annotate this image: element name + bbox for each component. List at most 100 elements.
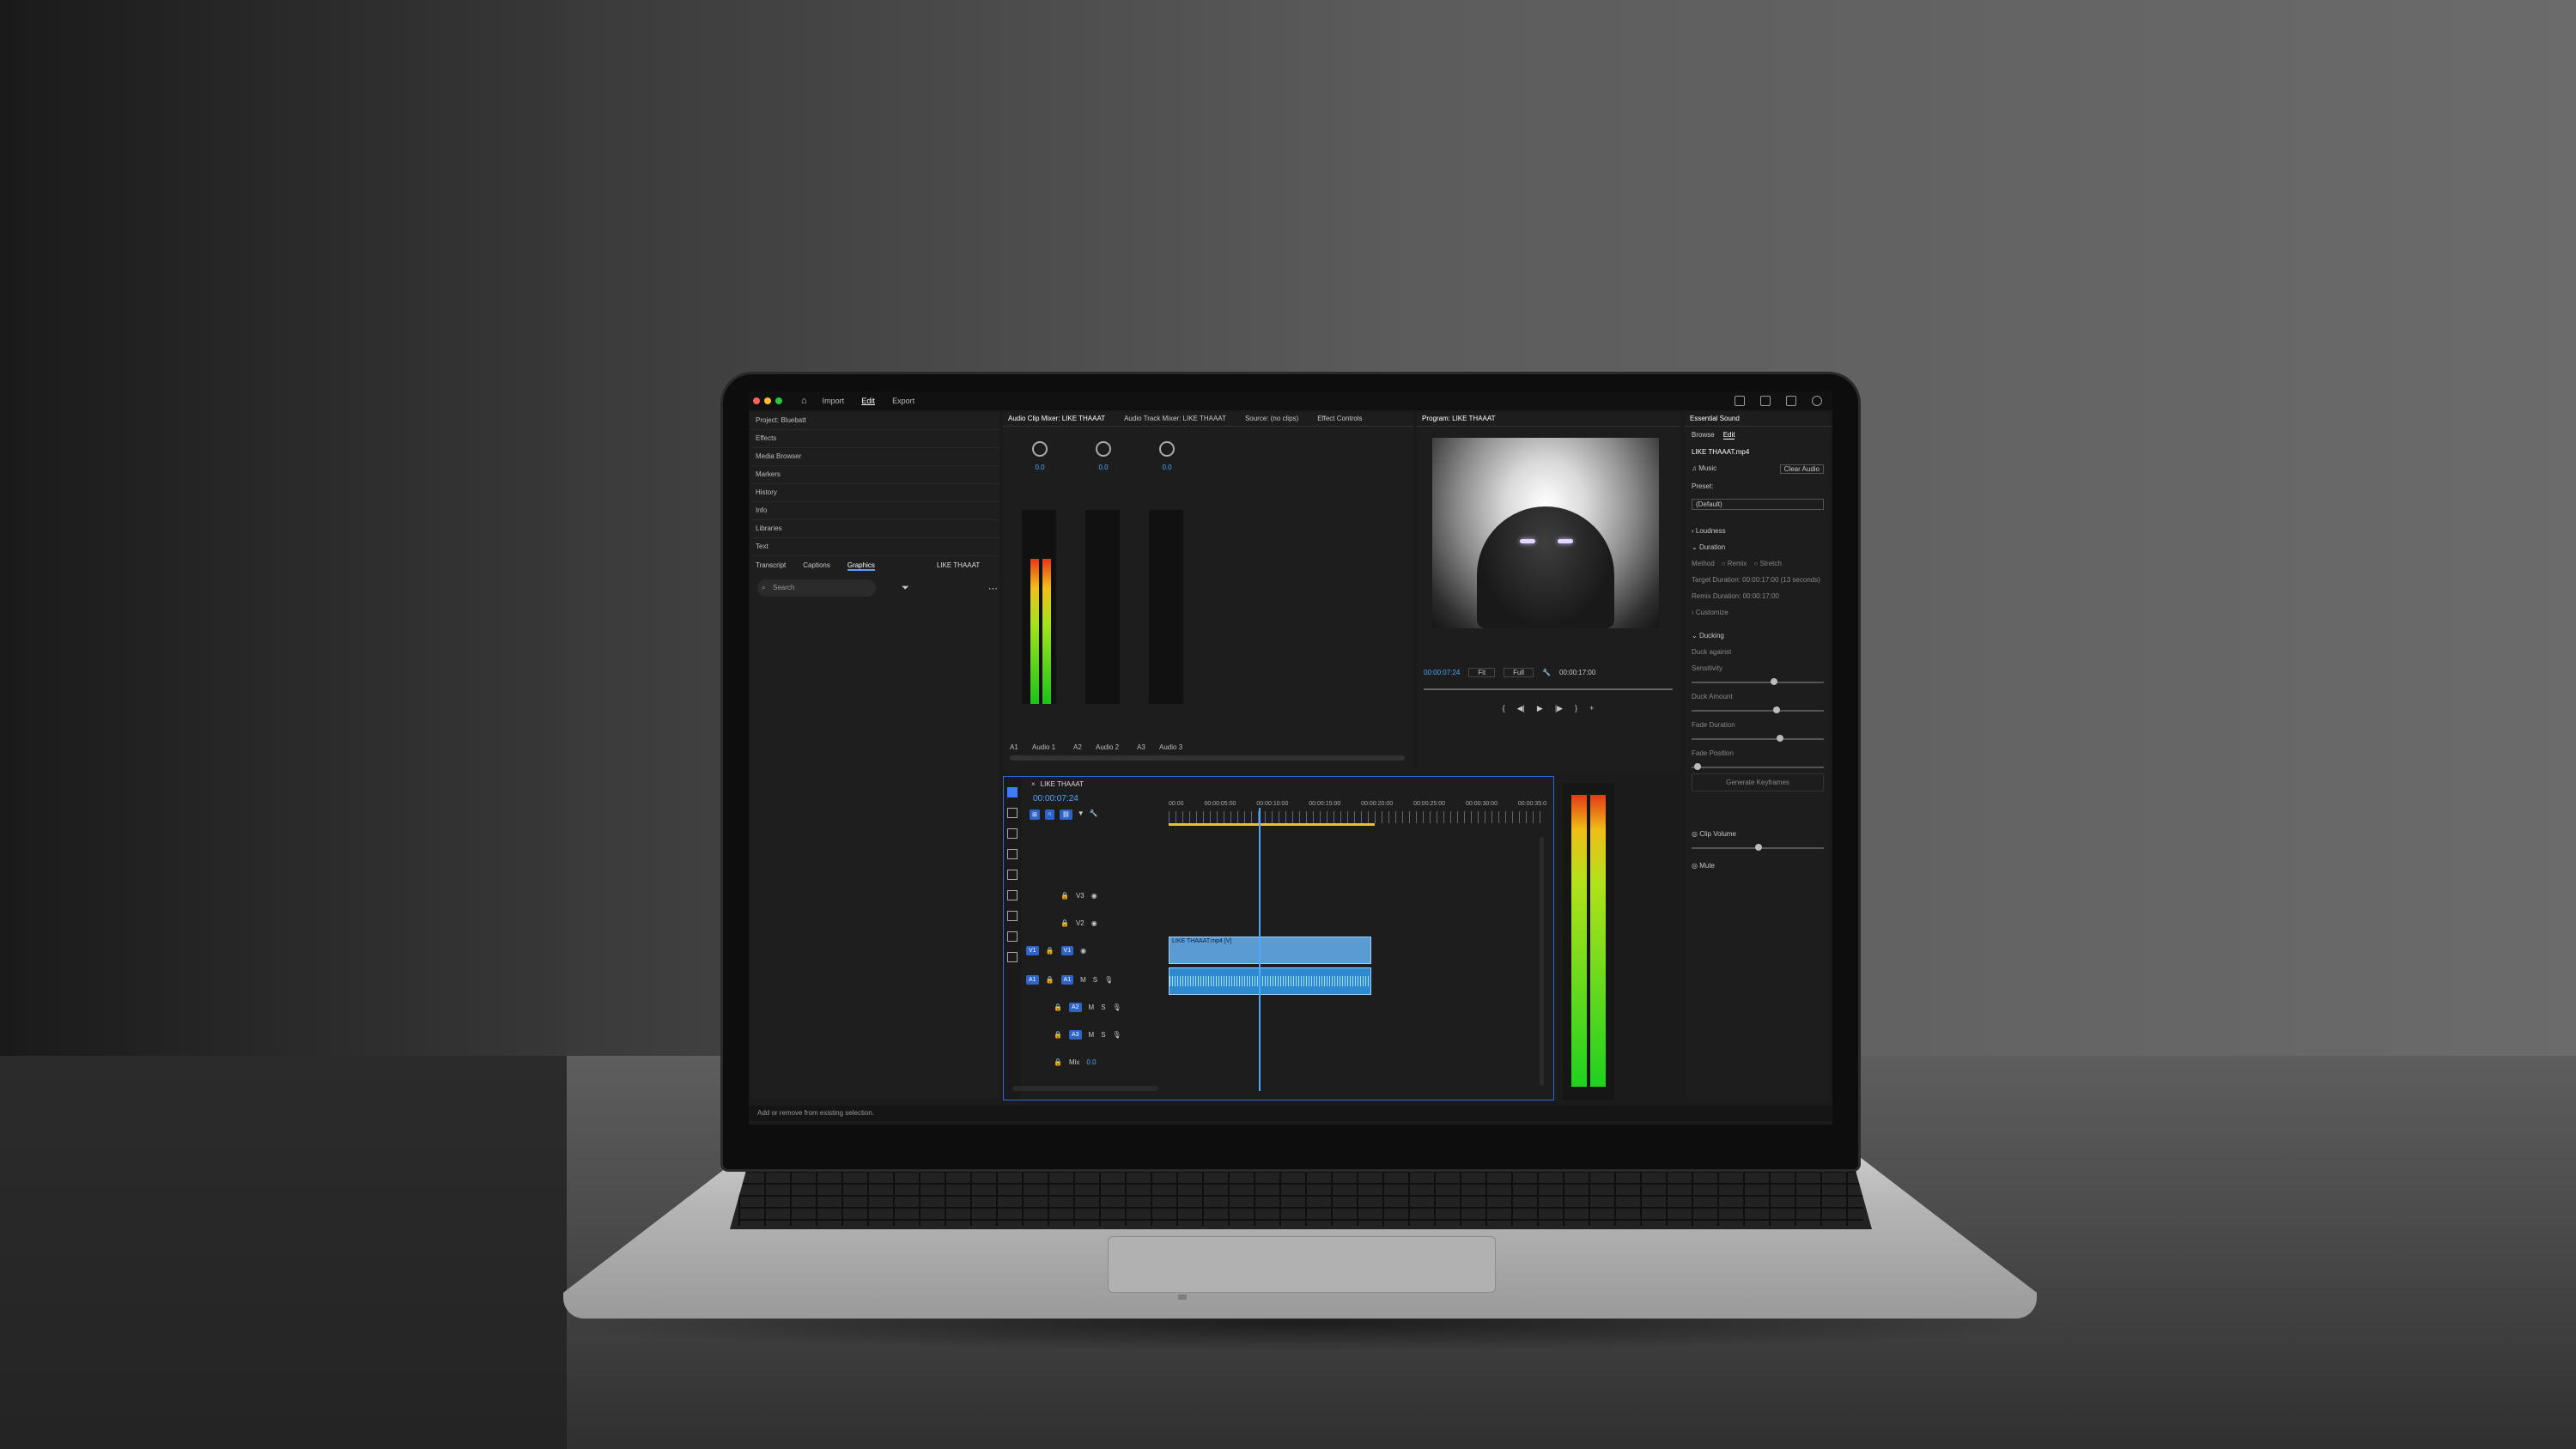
solo-icon[interactable]: S [1101,1003,1105,1011]
essential-sound-title[interactable]: Essential Sound [1690,412,1740,426]
track-label[interactable]: V1 [1060,945,1074,955]
track-select-tool-icon[interactable] [1007,808,1018,818]
tab-audio-track-mixer[interactable]: Audio Track Mixer: LIKE THAAAT [1124,412,1226,426]
pan-knob[interactable] [1159,441,1175,457]
razor-tool-icon[interactable] [1007,849,1018,859]
lock-icon[interactable]: 🔒 [1060,919,1069,927]
clip-volume-slider[interactable] [1692,844,1824,851]
filter-icon[interactable]: ⏷ [902,583,909,594]
audio-clip[interactable] [1169,967,1371,995]
panels-icon[interactable] [1786,396,1796,406]
step-back-icon[interactable]: ◀| [1517,704,1525,713]
solo-icon[interactable]: S [1093,976,1097,984]
tab-graphics[interactable]: Graphics [847,561,875,571]
clear-audio-button[interactable]: Clear Audio [1779,464,1824,474]
panel-item-media-browser[interactable]: Media Browser [750,448,999,466]
radio-remix[interactable]: ○ Remix [1722,560,1747,567]
panel-item-effects[interactable]: Effects [750,430,999,448]
linked-selection-icon[interactable]: ⛓ [1059,809,1072,820]
generate-keyframes-button[interactable]: Generate Keyframes [1692,773,1824,791]
quality-dropdown[interactable]: Full [1504,668,1534,677]
mix-value[interactable]: 0.0 [1086,1058,1096,1066]
program-video-frame[interactable] [1432,438,1659,628]
timeline-title[interactable]: LIKE THAAAT [1041,780,1084,788]
type-tool-icon[interactable] [1007,952,1018,962]
tab-edit[interactable]: Edit [1722,431,1735,440]
snap-icon[interactable]: ∩ [1044,809,1054,820]
selection-tool-icon[interactable] [1007,787,1018,797]
pan-knob[interactable] [1032,441,1048,457]
video-clip[interactable]: LIKE THAAAT.mp4 [V] [1169,937,1371,964]
microphone-icon[interactable]: 🎙 [1113,1031,1121,1039]
play-icon[interactable]: ▶ [1537,704,1543,713]
insert-nest-icon[interactable]: ⊞ [1030,809,1040,820]
mixer-scrollbar[interactable] [1010,755,1405,761]
program-timecode[interactable]: 00:00:07:24 [1424,669,1460,676]
slip-tool-icon[interactable] [1007,870,1018,880]
lock-icon[interactable]: 🔒 [1054,1058,1062,1066]
panel-item-text[interactable]: Text [750,538,999,556]
microphone-icon[interactable]: 🎙 [1104,976,1113,984]
tab-program[interactable]: Program: LIKE THAAAT [1422,412,1496,426]
section-loudness[interactable]: › Loudness [1685,523,1831,539]
menu-edit[interactable]: Edit [861,397,875,405]
lock-icon[interactable]: 🔒 [1054,1003,1062,1011]
close-window-button[interactable] [753,397,760,404]
tab-browse[interactable]: Browse [1692,431,1715,440]
lock-icon[interactable]: 🔒 [1046,976,1054,984]
track-label[interactable]: A1 [1060,974,1074,985]
tab-transcript[interactable]: Transcript [756,561,786,571]
panel-item-markers[interactable]: Markers [750,466,999,484]
clip-volume-checkbox[interactable]: ◎ Clip Volume [1685,826,1831,842]
panel-item-libraries[interactable]: Libraries [750,520,999,538]
add-button-icon[interactable]: + [1589,704,1594,713]
mark-in-icon[interactable]: { [1503,704,1505,713]
zoom-window-button[interactable] [775,397,782,404]
menu-import[interactable]: Import [823,397,845,405]
lock-icon[interactable]: 🔒 [1046,947,1054,955]
menu-export[interactable]: Export [892,397,914,405]
timeline-vertical-scrollbar[interactable] [1540,837,1544,1086]
section-ducking[interactable]: ⌄ Ducking [1685,627,1831,644]
tab-effect-controls[interactable]: Effect Controls [1317,412,1362,426]
wrench-icon[interactable]: 🔧 [1542,669,1551,676]
sensitivity-slider[interactable] [1692,678,1824,685]
radio-stretch[interactable]: ○ Stretch [1753,560,1781,567]
add-marker-icon[interactable]: ▼ [1078,809,1084,820]
work-area-bar[interactable] [1169,823,1375,826]
eye-icon[interactable]: ◉ [1091,919,1097,927]
timeline-close-icon[interactable]: × [1031,780,1036,788]
step-forward-icon[interactable]: |▶ [1555,704,1563,713]
fade-duration-slider[interactable] [1692,735,1824,742]
mute-icon[interactable]: M [1089,1031,1095,1039]
customize-toggle[interactable]: › Customize [1685,604,1831,621]
lock-icon[interactable]: 🔒 [1054,1031,1062,1039]
mute-checkbox[interactable]: ◎ Mute [1685,858,1831,874]
tab-captions[interactable]: Captions [803,561,830,571]
search-icon[interactable] [1812,396,1822,406]
eye-icon[interactable]: ◉ [1091,892,1097,900]
minimize-window-button[interactable] [764,397,771,404]
pan-knob[interactable] [1096,441,1111,457]
source-patch-v1[interactable]: V1 [1026,945,1039,955]
tab-source[interactable]: Source: (no clips) [1245,412,1298,426]
target-duration[interactable]: Target Duration: 00:00:17:00 [1692,576,1778,584]
timeline-zoom-scrollbar[interactable] [1012,1086,1158,1091]
mute-icon[interactable]: M [1080,976,1086,984]
eye-icon[interactable]: ◉ [1080,947,1086,955]
panel-item-info[interactable]: Info [750,502,999,520]
pen-tool-icon[interactable] [1007,890,1018,900]
source-patch-a1[interactable]: A1 [1026,974,1039,985]
track-label[interactable]: A3 [1068,1029,1082,1040]
share-icon[interactable] [1760,396,1771,406]
duck-amount-slider[interactable] [1692,706,1824,713]
more-options-icon[interactable]: ⋯ [988,583,998,594]
lock-icon[interactable]: 🔒 [1060,892,1069,900]
hand-tool-icon[interactable] [1007,931,1018,942]
fit-dropdown[interactable]: Fit [1468,668,1496,677]
panel-item-history[interactable]: History [750,484,999,502]
playhead[interactable] [1259,808,1261,1091]
timeline-settings-icon[interactable]: 🔧 [1090,809,1098,820]
ripple-edit-tool-icon[interactable] [1007,828,1018,839]
mark-out-icon[interactable]: } [1575,704,1577,713]
